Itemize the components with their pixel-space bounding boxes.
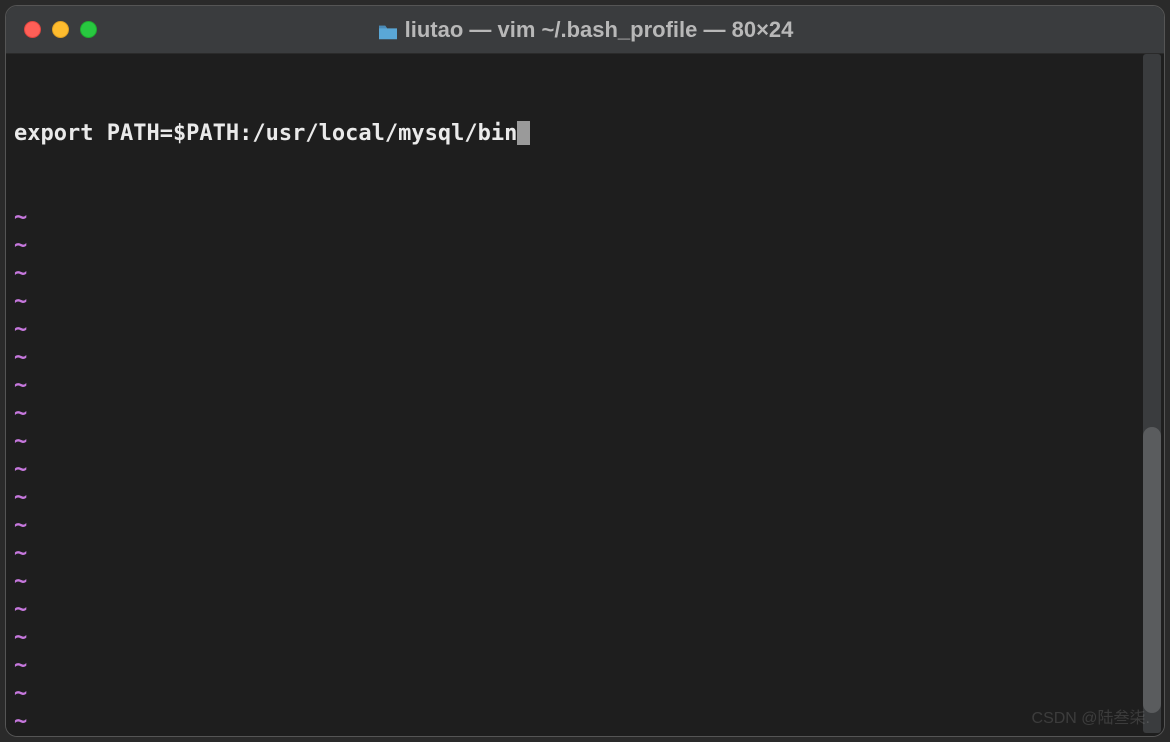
folder-icon	[377, 21, 399, 39]
buffer-text: export PATH=$PATH:/usr/local/mysql/bin	[14, 121, 517, 146]
empty-line-tilde: ~	[14, 288, 1156, 316]
watermark: CSDN @陆叁柒.	[1032, 704, 1150, 728]
empty-line-tilde: ~	[14, 316, 1156, 344]
empty-line-tilde: ~	[14, 428, 1156, 456]
empty-line-tilde: ~	[14, 372, 1156, 400]
cursor	[517, 121, 530, 145]
empty-line-tilde: ~	[14, 232, 1156, 260]
maximize-button[interactable]	[80, 21, 97, 38]
content-line: export PATH=$PATH:/usr/local/mysql/bin	[14, 120, 1156, 148]
empty-line-tilde: ~	[14, 708, 1156, 736]
empty-line-tilde: ~	[14, 624, 1156, 652]
terminal-window: liutao — vim ~/.bash_profile — 80×24 exp…	[5, 5, 1165, 737]
empty-line-tilde: ~	[14, 568, 1156, 596]
close-button[interactable]	[24, 21, 41, 38]
window-title-text: liutao — vim ~/.bash_profile — 80×24	[405, 17, 794, 43]
empty-line-tilde: ~	[14, 596, 1156, 624]
window-title: liutao — vim ~/.bash_profile — 80×24	[6, 17, 1164, 43]
traffic-lights	[6, 21, 97, 38]
empty-line-tilde: ~	[14, 204, 1156, 232]
editor-area[interactable]: export PATH=$PATH:/usr/local/mysql/bin ~…	[6, 54, 1164, 737]
empty-line-tilde: ~	[14, 400, 1156, 428]
empty-line-tilde: ~	[14, 540, 1156, 568]
empty-line-tilde: ~	[14, 512, 1156, 540]
minimize-button[interactable]	[52, 21, 69, 38]
empty-line-tilde: ~	[14, 736, 1156, 737]
scrollbar-thumb[interactable]	[1143, 427, 1161, 712]
empty-line-tilde: ~	[14, 484, 1156, 512]
empty-line-tilde: ~	[14, 680, 1156, 708]
empty-line-tilde: ~	[14, 260, 1156, 288]
empty-line-tilde: ~	[14, 456, 1156, 484]
empty-line-tilde: ~	[14, 344, 1156, 372]
scrollbar-track[interactable]	[1143, 54, 1161, 733]
titlebar[interactable]: liutao — vim ~/.bash_profile — 80×24	[6, 6, 1164, 54]
empty-line-tilde: ~	[14, 652, 1156, 680]
